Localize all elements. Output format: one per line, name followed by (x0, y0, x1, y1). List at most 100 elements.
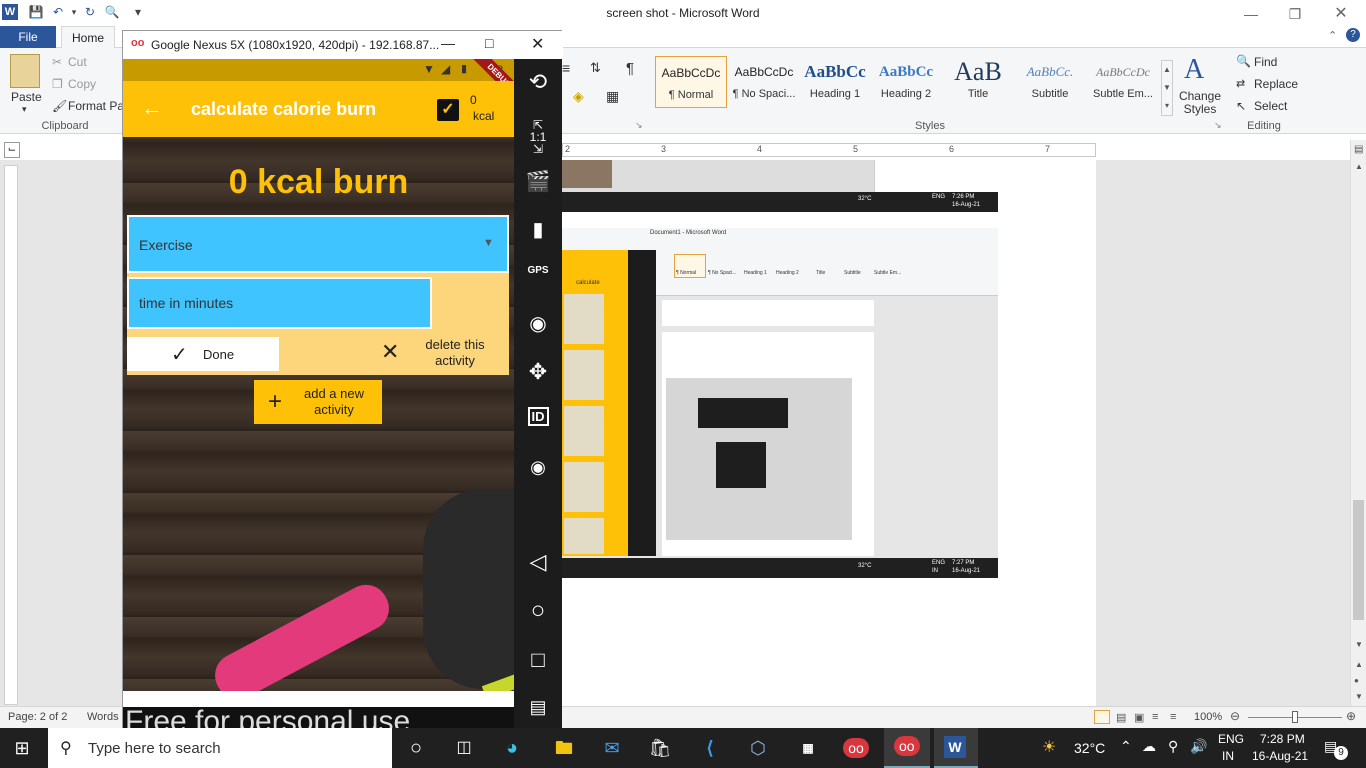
virtualbox-icon[interactable]: ⬡ (738, 732, 778, 764)
move-icon[interactable]: ✥ (514, 359, 562, 385)
style-heading-2[interactable]: AaBbCc Heading 2 (870, 56, 942, 108)
draft-icon[interactable]: ≡ (1170, 711, 1176, 723)
nav-home-icon[interactable]: ○ (514, 597, 562, 625)
scroll-thumb[interactable] (1353, 500, 1364, 620)
clock-date[interactable]: 16-Aug-21 (1252, 749, 1308, 763)
input-region[interactable]: IN (1222, 749, 1234, 763)
scroll-down-icon[interactable]: ▼ (1355, 640, 1363, 649)
media-icon[interactable]: ◉ (514, 457, 562, 478)
emu-close-button[interactable]: ✕ (531, 34, 544, 54)
zoom-level[interactable]: 100% (1194, 711, 1222, 723)
style-subtle-emphasis[interactable]: AaBbCcDc Subtle Em... (1087, 56, 1159, 108)
replace-button[interactable]: Replace (1254, 77, 1298, 91)
checkbox-icon[interactable]: ✓ (437, 99, 459, 121)
styles-launcher-icon[interactable]: ↘ (1214, 120, 1222, 131)
split-icon[interactable]: ▤ (1354, 144, 1363, 155)
show-hidden-icons[interactable]: ⌃ (1120, 738, 1132, 755)
word-count[interactable]: Words (87, 711, 119, 723)
borders-icon[interactable]: ▦ (606, 88, 619, 105)
task-view-icon[interactable]: ◫ (444, 732, 484, 764)
input-language[interactable]: ENG (1218, 732, 1244, 746)
id-icon[interactable]: ID (514, 407, 562, 426)
find-button[interactable]: Find (1254, 55, 1277, 69)
genymotion-icon[interactable]: oo (836, 732, 876, 764)
nav-back-icon[interactable]: ◁ (514, 549, 562, 575)
indent-icon[interactable]: ≡ (562, 60, 570, 76)
horizontal-ruler[interactable]: 2 3 4 5 6 7 (562, 143, 1096, 157)
outline-icon[interactable]: ≡ (1152, 711, 1158, 723)
mail-icon[interactable]: ✉ (592, 732, 632, 764)
style-subtitle[interactable]: AaBbCc. Subtitle (1014, 56, 1086, 108)
close-button[interactable]: ✕ (1326, 4, 1356, 24)
web-layout-icon[interactable]: ▣ (1134, 711, 1144, 724)
calculator-app-icon[interactable]: ▦ (788, 732, 828, 764)
store-icon[interactable]: 🛍 (640, 732, 680, 764)
network-icon[interactable]: ⚲ (1168, 738, 1178, 755)
onedrive-icon[interactable]: ☁ (1142, 738, 1156, 755)
tab-file[interactable]: File (0, 26, 56, 48)
tab-home[interactable]: Home (61, 26, 115, 49)
style-no-spacing[interactable]: AaBbCcDc ¶ No Spaci... (728, 56, 800, 108)
exercise-dropdown[interactable]: Exercise ▼ (127, 215, 509, 273)
camera-icon[interactable]: ◉ (514, 311, 562, 336)
select-button[interactable]: Select (1254, 99, 1287, 113)
done-button[interactable]: ✓ Done (127, 337, 279, 371)
style-title[interactable]: AaB Title (942, 56, 1014, 108)
page-count[interactable]: Page: 2 of 2 (8, 711, 67, 723)
paste-icon[interactable] (10, 54, 40, 88)
print-layout-icon[interactable] (1094, 710, 1110, 724)
temperature[interactable]: 32°C (1074, 740, 1105, 756)
minimize-button[interactable]: — (1236, 4, 1266, 24)
paste-dropdown-icon[interactable]: ▾ (22, 104, 27, 115)
active-word-task[interactable]: W (934, 728, 978, 768)
back-arrow-icon[interactable]: ← (141, 95, 163, 121)
style-normal[interactable]: AaBbCcDc ¶ Normal (655, 56, 727, 108)
shading-icon[interactable]: ◈ (573, 88, 584, 105)
vertical-ruler[interactable] (4, 165, 18, 705)
zoom-out-icon[interactable]: ⊖ (1230, 709, 1240, 723)
minutes-input[interactable]: time in minutes (127, 277, 432, 329)
styles-scroll-icon[interactable]: ▲ ▼ ▾ (1161, 60, 1173, 116)
emu-minimize-button[interactable]: — (441, 35, 455, 51)
add-activity-button[interactable]: + add a new activity (254, 380, 382, 424)
active-emulator-task[interactable]: oo (884, 728, 930, 768)
help-icon[interactable]: ? (1346, 28, 1360, 42)
next-page-icon[interactable]: ▼ (1355, 692, 1363, 701)
cortana-icon[interactable]: ○ (396, 732, 436, 764)
browse-object-icon[interactable]: ● (1354, 676, 1359, 685)
paragraph-launcher-icon[interactable]: ↘ (635, 120, 643, 131)
sort-icon[interactable]: ⇅ (590, 60, 601, 76)
prev-page-icon[interactable]: ▲ (1355, 660, 1363, 669)
emu-maximize-button[interactable]: □ (485, 35, 493, 51)
start-button[interactable]: ⊞ (2, 732, 42, 764)
tab-selector-icon[interactable]: ⌙ (4, 142, 20, 158)
change-styles-button[interactable]: Change Styles (1178, 90, 1222, 116)
maximize-button[interactable]: ❐ (1280, 4, 1310, 24)
zoom-slider-thumb[interactable] (1292, 711, 1298, 723)
volume-icon[interactable]: 🔊 (1190, 738, 1207, 755)
cut-button[interactable]: Cut (68, 55, 87, 69)
scale-1-1-icon[interactable]: ⇱ 1:1 ⇲ (514, 119, 562, 155)
vscode-icon[interactable]: ⟨ (690, 732, 730, 764)
format-painter-button[interactable]: Format Pai (68, 99, 127, 113)
edge-icon[interactable]: ◕ (492, 732, 532, 764)
weather-icon[interactable]: ☀ (1042, 737, 1056, 757)
full-screen-icon[interactable]: ▤ (1116, 711, 1126, 724)
scroll-up-icon[interactable]: ▲ (1355, 162, 1363, 171)
clock-time[interactable]: 7:28 PM (1260, 732, 1305, 746)
file-explorer-icon[interactable]: 🖿 (544, 732, 584, 764)
style-heading-1[interactable]: AaBbCc Heading 1 (799, 56, 871, 108)
change-styles-icon[interactable]: A (1184, 54, 1204, 86)
show-marks-icon[interactable]: ¶ (626, 60, 634, 77)
gps-icon[interactable]: GPS (514, 265, 562, 276)
screencast-icon[interactable]: 🎬 (514, 169, 562, 194)
vertical-scrollbar[interactable]: ▤ ▲ ▼ ▲ ● ▼ (1350, 140, 1366, 706)
ribbon-collapse-icon[interactable]: ⌃ (1328, 29, 1337, 42)
delete-activity-button[interactable]: ✕ delete this activity (377, 335, 507, 371)
battery-icon[interactable]: ▮ (514, 217, 562, 242)
zoom-in-icon[interactable]: ⊕ (1346, 709, 1356, 723)
rotate-icon[interactable]: ⟲ (514, 69, 562, 95)
copy-button[interactable]: Copy (68, 77, 96, 91)
search-box[interactable]: ⚲ Type here to search (48, 728, 392, 768)
nav-recents-icon[interactable]: □ (514, 647, 562, 673)
